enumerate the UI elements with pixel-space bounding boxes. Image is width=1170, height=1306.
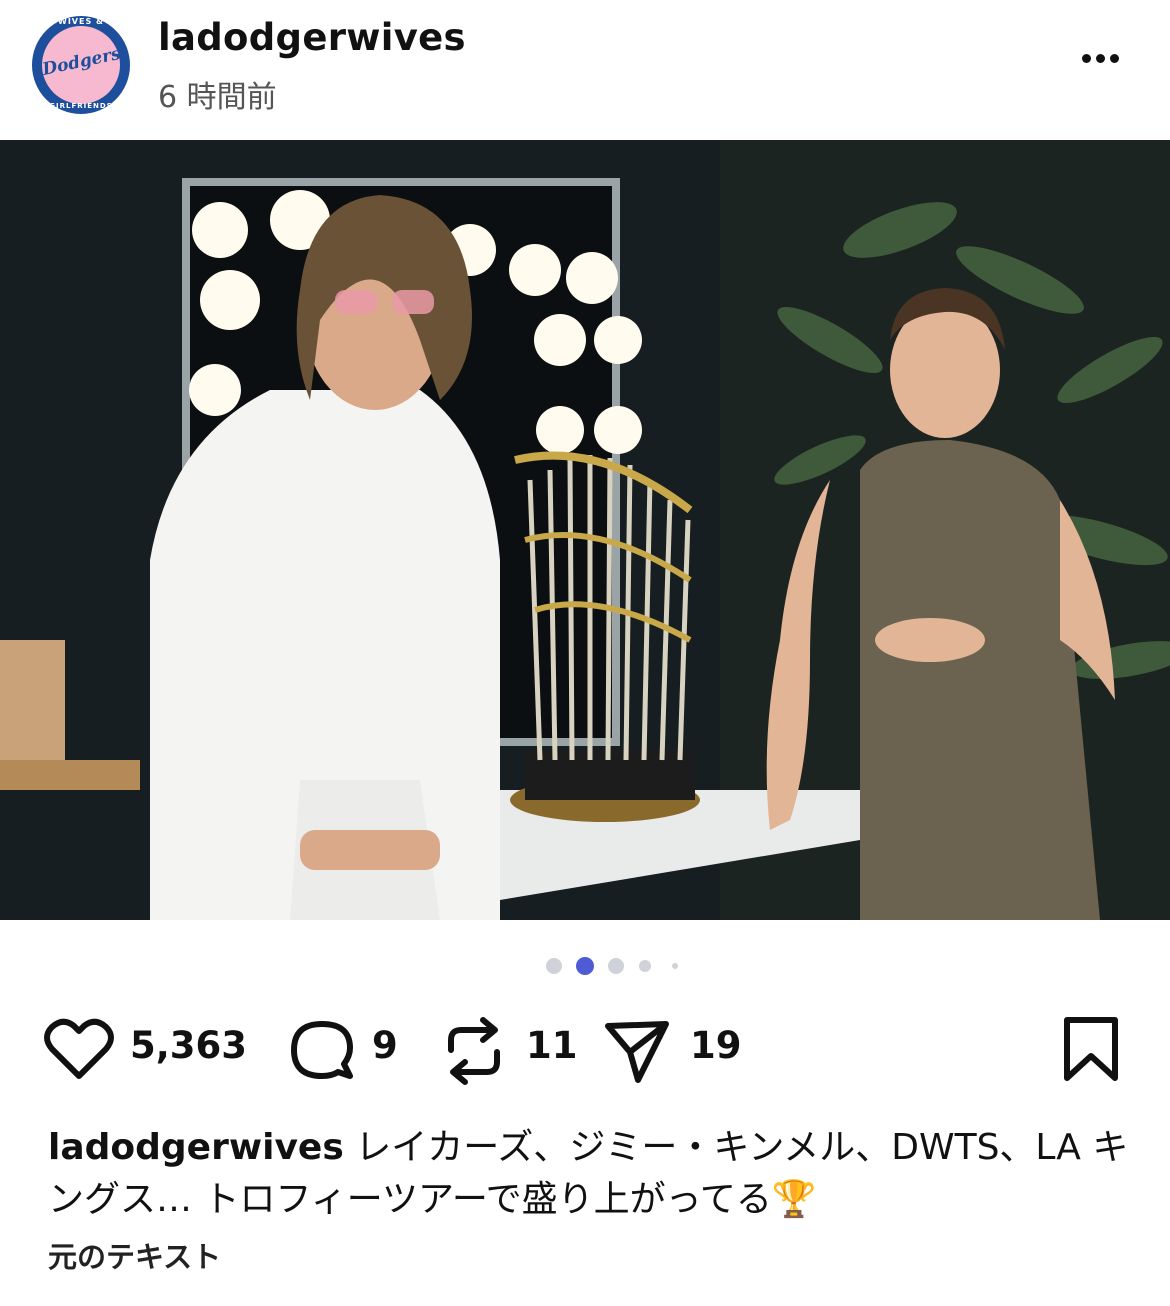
avatar[interactable]: WIVES & Dodgers GIRLFRIENDS [32, 16, 130, 114]
share-count[interactable]: 19 [690, 1024, 742, 1067]
action-bar: 5,363 9 11 19 [0, 1010, 1170, 1090]
username[interactable]: ladodgerwives [158, 16, 466, 59]
comment-count[interactable]: 9 [372, 1024, 398, 1067]
bookmark-icon[interactable] [1062, 1016, 1120, 1082]
more-horizontal-icon[interactable] [1070, 38, 1130, 78]
like-count[interactable]: 5,363 [130, 1024, 247, 1067]
caption-username[interactable]: ladodgerwives [48, 1127, 344, 1168]
caption: ladodgerwives レイカーズ、ジミー・キンメル、DWTS、LA キング… [48, 1122, 1138, 1226]
avatar-top-text: WIVES & [58, 17, 104, 26]
see-original-link[interactable]: 元のテキスト [48, 1234, 221, 1276]
heart-icon[interactable] [44, 1018, 114, 1082]
post-photo[interactable] [0, 140, 1170, 920]
post-header: WIVES & Dodgers GIRLFRIENDS ladodgerwive… [0, 0, 1170, 140]
repost-count[interactable]: 11 [526, 1024, 578, 1067]
avatar-bottom-text: GIRLFRIENDS [49, 102, 113, 110]
carousel-dot [546, 958, 562, 974]
photo-illustration [0, 140, 1170, 920]
avatar-script-text: Dodgers [40, 43, 123, 80]
repost-icon[interactable] [443, 1016, 505, 1086]
share-icon[interactable] [604, 1018, 670, 1084]
carousel-dot-active [576, 957, 594, 975]
timestamp: 6 時間前 [158, 80, 277, 115]
carousel-dot [672, 963, 678, 969]
carousel-dot [639, 960, 651, 972]
comment-icon[interactable] [288, 1018, 356, 1086]
carousel-indicator [546, 956, 686, 976]
avatar-logo: Dodgers [40, 26, 123, 104]
carousel-dot [608, 958, 624, 974]
